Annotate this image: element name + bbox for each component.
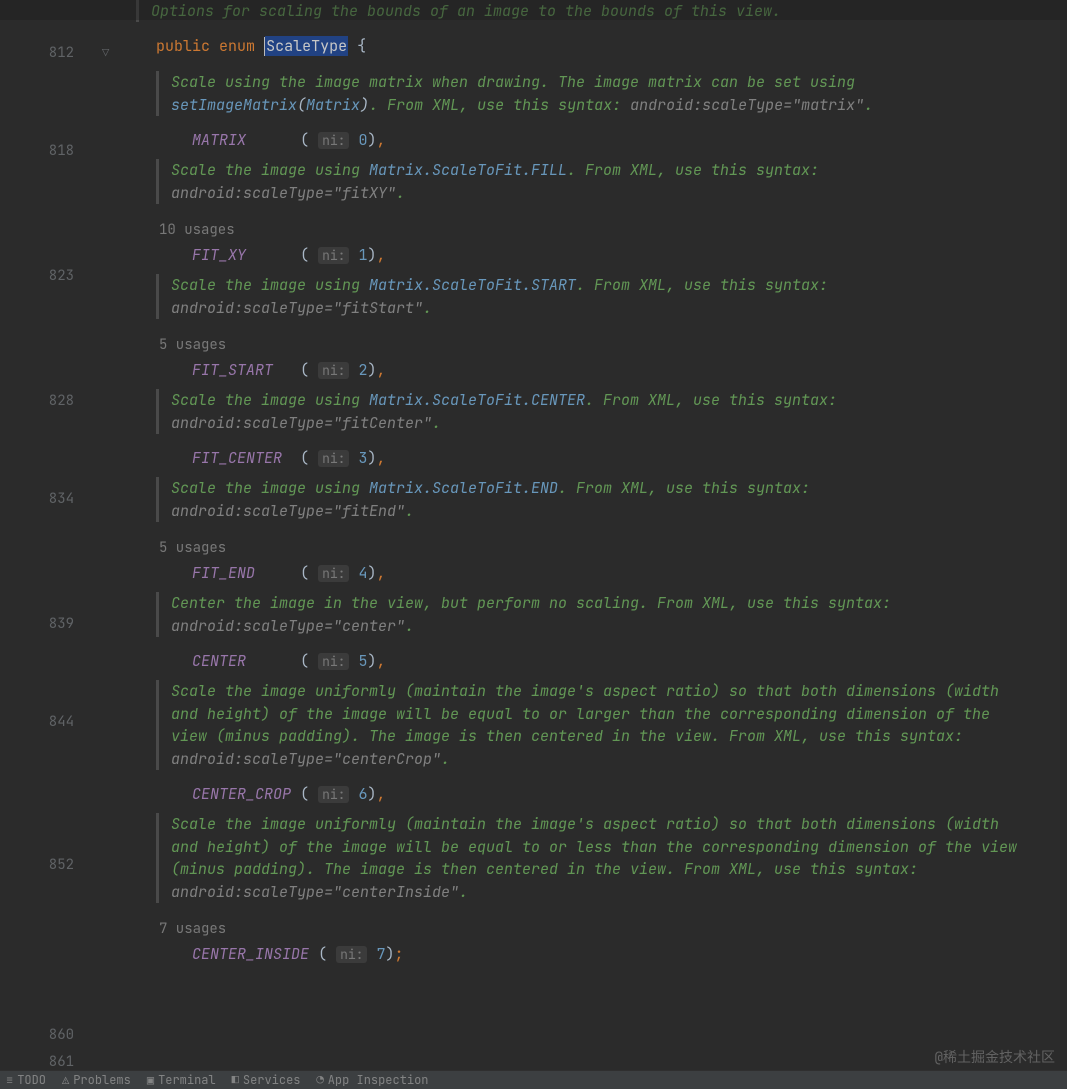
doc-comment-fitend: Scale the image using Matrix.ScaleToFit.…	[156, 477, 1067, 522]
line-number: 812	[0, 40, 99, 67]
line-number: 852	[0, 852, 99, 879]
watermark: @稀土掘金技术社区	[935, 1047, 1055, 1067]
fold-gutter[interactable]: ▽	[100, 0, 120, 1070]
line-number: 839	[0, 611, 99, 638]
toolbar-item[interactable]: ⚠Problems	[62, 1072, 131, 1088]
doc-comment-fitstart: Scale the image using Matrix.ScaleToFit.…	[156, 274, 1067, 319]
enum-constant-fitstart[interactable]: FIT_START ( ni: 2),	[120, 357, 1067, 384]
fold-toggle-icon[interactable]: ▽	[102, 47, 109, 59]
terminal-icon: ▣	[147, 1072, 154, 1088]
doc-comment-matrix: Scale using the image matrix when drawin…	[156, 71, 1067, 116]
line-number-gutter: 812 818 823 828 834 839 844 852 860 861	[0, 0, 100, 1070]
enum-constant-centercrop[interactable]: CENTER_CROP ( ni: 6),	[120, 781, 1067, 808]
blank-line[interactable]	[120, 968, 1067, 995]
doc-comment-fitxy: Scale the image using Matrix.ScaleToFit.…	[156, 159, 1067, 204]
doc-comment-center: Center the image in the view, but perfor…	[156, 592, 1067, 637]
line-number: 834	[0, 486, 99, 513]
line-number: 860	[0, 1022, 99, 1049]
enum-constant-fitend[interactable]: FIT_END ( ni: 4),	[120, 560, 1067, 587]
toolbar-item[interactable]: ◔App Inspection	[316, 1072, 428, 1088]
usage-hint[interactable]: 10 usages	[159, 215, 1067, 242]
enum-constant-matrix[interactable]: MATRIX ( ni: 0),	[120, 127, 1067, 154]
enum-name[interactable]: ScaleType	[265, 36, 348, 56]
enum-constant-fitcenter[interactable]: FIT_CENTER ( ni: 3),	[120, 445, 1067, 472]
line-number: 844	[0, 709, 99, 736]
toolbar-item[interactable]: ▣Terminal	[147, 1072, 216, 1088]
doc-comment-centercrop: Scale the image uniformly (maintain the …	[156, 680, 1067, 770]
toolbar-item[interactable]: ≡TODO	[6, 1072, 46, 1088]
line-number: 823	[0, 263, 99, 290]
inspect-icon: ◔	[316, 1072, 323, 1088]
enum-declaration[interactable]: public enum ScaleType {	[120, 33, 1067, 60]
line-number: 818	[0, 138, 99, 165]
toolbar-item[interactable]: ◧Services	[232, 1072, 301, 1088]
enum-constant-centerinside[interactable]: CENTER_INSIDE ( ni: 7);	[120, 941, 1067, 968]
doc-comment-fitcenter: Scale the image using Matrix.ScaleToFit.…	[156, 389, 1067, 434]
enum-constant-center[interactable]: CENTER ( ni: 5),	[120, 648, 1067, 675]
usage-hint[interactable]: 5 usages	[159, 533, 1067, 560]
enum-constant-fitxy[interactable]: FIT_XY ( ni: 1),	[120, 242, 1067, 269]
line-number: 828	[0, 388, 99, 415]
code-editor[interactable]: 812 818 823 828 834 839 844 852 860 861 …	[0, 0, 1067, 1070]
warning-icon: ⚠	[62, 1072, 69, 1088]
code-area[interactable]: Options for scaling the bounds of an ima…	[120, 0, 1067, 1070]
usage-hint[interactable]: 5 usages	[159, 330, 1067, 357]
bottom-toolbar[interactable]: ≡TODO ⚠Problems ▣Terminal ◧Services ◔App…	[0, 1070, 1067, 1089]
services-icon: ◧	[232, 1072, 239, 1088]
list-icon: ≡	[6, 1072, 13, 1088]
usage-hint[interactable]: 7 usages	[159, 914, 1067, 941]
doc-comment: Options for scaling the bounds of an ima…	[136, 0, 1067, 22]
doc-comment-centerinside: Scale the image uniformly (maintain the …	[156, 813, 1067, 903]
